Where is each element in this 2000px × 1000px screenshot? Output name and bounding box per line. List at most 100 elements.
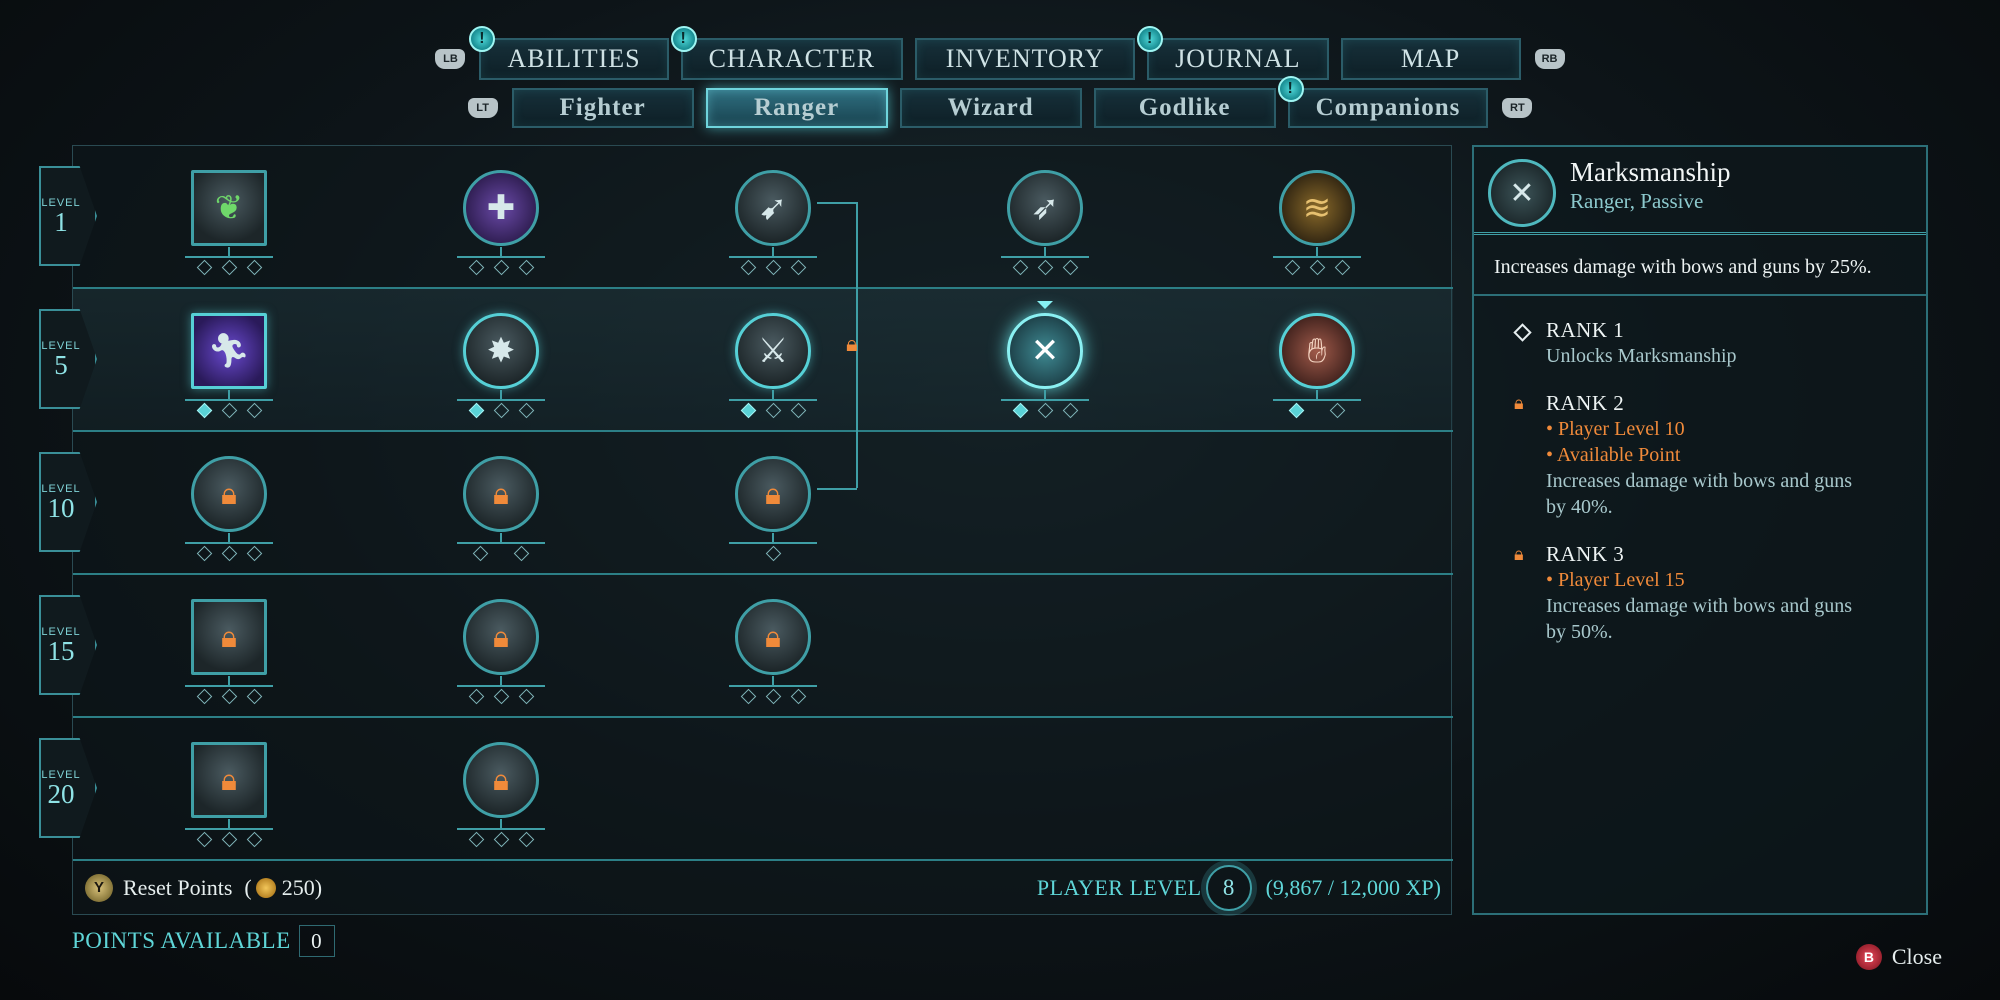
level-marker: LEVEL 5 <box>39 309 97 409</box>
level-number: 10 <box>47 492 75 523</box>
connector-lock-icon: 🔒︎ <box>846 332 858 357</box>
rank-pips <box>457 688 545 705</box>
lock-icon: 🔒︎ <box>221 619 237 655</box>
lock-icon: 🔒︎ <box>765 619 781 655</box>
rank-pip <box>221 688 237 705</box>
skill-node[interactable]: ⚔ <box>729 313 817 423</box>
skill-title: Marksmanship <box>1570 157 1731 187</box>
potion-icon: ✚ <box>486 188 516 228</box>
tab-label: Fighter <box>559 94 646 121</box>
tab-companions[interactable]: ! Companions <box>1277 76 1489 128</box>
tier-level-20: LEVEL 20 🔒︎ 🔒︎ <box>39 718 1453 861</box>
skill-subtitle: Ranger, Passive <box>1570 189 1704 213</box>
skill-node-locked[interactable]: 🔒︎ <box>729 456 817 566</box>
points-available-value: 0 <box>298 925 335 957</box>
rank-requirement: • Available Point <box>1546 444 1681 466</box>
close-button[interactable]: B Close <box>1855 944 1942 970</box>
lb-bumper-icon[interactable]: LB <box>435 49 466 69</box>
rt-trigger-icon[interactable]: RT <box>1502 98 1533 118</box>
skill-frame: ✸ <box>463 313 539 389</box>
tier-level-10: LEVEL 10 🔒︎ 🔒︎ 🔒︎ <box>39 432 1453 575</box>
vine-icon: ❦ <box>214 188 244 228</box>
skill-node[interactable]: ✚ <box>457 170 545 280</box>
rank-text: Increases damage with bows and guns by 5… <box>1546 595 1853 643</box>
main-tab-bar: LB ! ABILITIES ! CHARACTER INVENTORY ! J… <box>0 26 2000 80</box>
lock-icon: 🔒︎ <box>493 762 509 798</box>
base-line <box>185 399 273 401</box>
base-line <box>1001 256 1089 258</box>
skill-frame: ➶ <box>1007 170 1083 246</box>
skill-node-locked[interactable]: 🔒︎ <box>729 599 817 709</box>
tab-map[interactable]: MAP <box>1340 38 1521 80</box>
skill-node[interactable]: ❦ <box>185 170 273 280</box>
skill-node-locked[interactable]: 🔒︎ <box>457 599 545 709</box>
rank-title: RANK 1 <box>1546 318 1625 342</box>
rank-pip <box>1037 259 1053 276</box>
reset-paren-open: ( <box>244 874 252 900</box>
skill-node-locked[interactable]: 🔒︎ <box>185 742 273 852</box>
rank-pip <box>196 831 212 848</box>
rank-pips <box>185 831 273 848</box>
rank-pip <box>1062 402 1078 419</box>
tree-connector <box>817 488 857 490</box>
tab-wizard[interactable]: Wizard <box>899 88 1082 128</box>
rank-pips <box>729 259 817 276</box>
b-button-icon: B <box>1855 944 1882 970</box>
tab-godlike[interactable]: Godlike <box>1093 88 1276 128</box>
rank-pips <box>457 402 545 419</box>
base-line <box>729 399 817 401</box>
rank-pip <box>246 402 262 419</box>
skill-node[interactable]: ➶ <box>1001 170 1089 280</box>
skill-node-locked[interactable]: 🔒︎ <box>457 456 545 566</box>
tab-ranger[interactable]: Ranger <box>705 88 888 128</box>
tab-label: JOURNAL <box>1175 44 1301 73</box>
rank-pips <box>457 545 545 562</box>
notification-icon: ! <box>469 26 496 52</box>
level-number: 1 <box>54 206 68 237</box>
tab-inventory[interactable]: INVENTORY <box>915 38 1136 80</box>
skill-node[interactable]: ➹ <box>729 170 817 280</box>
rank-pip <box>196 545 212 562</box>
skill-node-locked[interactable]: 🔒︎ <box>185 456 273 566</box>
rank-pip <box>468 259 484 276</box>
rank-pip <box>246 831 262 848</box>
skill-frame: 🔒︎ <box>191 599 267 675</box>
skill-node[interactable]: ≋ <box>1273 170 1361 280</box>
tab-fighter[interactable]: Fighter <box>511 88 694 128</box>
level-marker: LEVEL 15 <box>39 595 97 695</box>
reset-points-label[interactable]: Reset Points <box>123 875 232 901</box>
rank-pip <box>765 402 781 419</box>
rb-bumper-icon[interactable]: RB <box>1534 49 1565 69</box>
lt-trigger-icon[interactable]: LT <box>467 98 498 118</box>
rank-pip <box>246 545 262 562</box>
skill-node-locked[interactable]: 🔒︎ <box>185 599 273 709</box>
skill-node-marksmanship[interactable]: ✕ <box>1001 301 1089 423</box>
rank-pip <box>790 402 806 419</box>
close-label: Close <box>1891 944 1942 969</box>
tab-abilities[interactable]: ! ABILITIES <box>469 26 669 80</box>
skill-frame: ❦ <box>191 170 267 246</box>
base-line <box>457 685 545 687</box>
skill-frame: ✚ <box>463 170 539 246</box>
y-button-icon[interactable]: Y <box>85 873 113 902</box>
tab-journal[interactable]: ! JOURNAL <box>1137 26 1329 80</box>
crossed-arrows-icon: ✕ <box>1488 159 1556 227</box>
coin-icon <box>255 877 276 898</box>
rank-pip <box>1309 259 1325 276</box>
base-line <box>185 256 273 258</box>
tree-footer: Y Reset Points ( 250 ) PLAYER LEVEL 8 (9… <box>73 859 1453 914</box>
skill-node[interactable]: 🏃︎ <box>185 313 273 423</box>
rank-requirement: • Player Level 10 <box>1546 418 1685 440</box>
skill-node[interactable]: ✋︎ <box>1273 313 1361 423</box>
level-number: 5 <box>54 349 68 380</box>
rank-pip <box>468 402 484 419</box>
skill-frame: 🔒︎ <box>463 599 539 675</box>
tab-character[interactable]: ! CHARACTER <box>670 26 904 80</box>
skill-node-locked[interactable]: 🔒︎ <box>457 742 545 852</box>
rank-pip <box>1329 402 1346 419</box>
tab-label: Wizard <box>947 94 1034 121</box>
base-line <box>457 399 545 401</box>
tier-level-15: LEVEL 15 🔒︎ 🔒︎ 🔒︎ <box>39 575 1453 718</box>
skill-node[interactable]: ✸ <box>457 313 545 423</box>
rank-title: RANK 2 <box>1546 391 1625 415</box>
